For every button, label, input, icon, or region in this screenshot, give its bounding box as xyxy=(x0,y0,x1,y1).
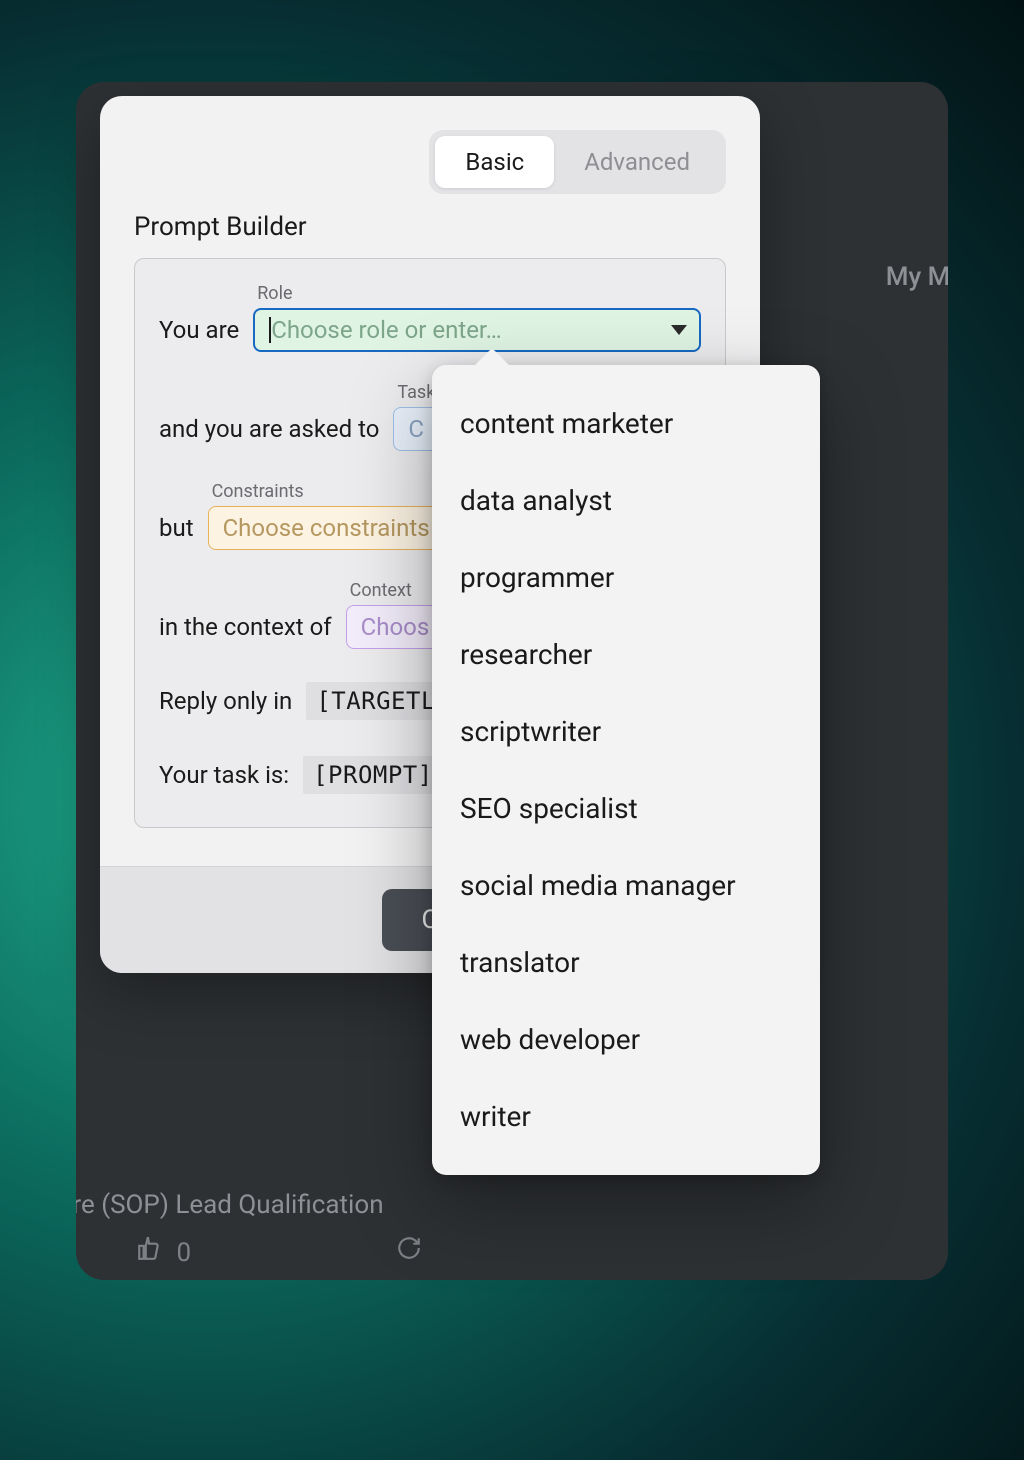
tab-basic[interactable]: Basic xyxy=(435,136,554,188)
role-option-social-media-manager[interactable]: social media manager xyxy=(432,847,820,924)
role-caption: Role xyxy=(253,283,701,304)
builder-text: Reply only in xyxy=(159,679,292,723)
role-option-content-marketer[interactable]: content marketer xyxy=(432,385,820,462)
refresh-icon xyxy=(396,1235,422,1268)
role-option-programmer[interactable]: programmer xyxy=(432,539,820,616)
bg-text: My Mac xyxy=(886,262,948,292)
task-placeholder: C xyxy=(408,415,424,443)
builder-text: and you are asked to xyxy=(159,407,379,451)
constraints-placeholder: Choose constraints xyxy=(223,514,430,542)
tab-advanced[interactable]: Advanced xyxy=(554,136,720,188)
role-option-writer[interactable]: writer xyxy=(432,1078,820,1155)
thumbs-up-icon: 0 xyxy=(136,1235,191,1268)
builder-text: in the context of xyxy=(159,605,332,649)
prompt-token: [PROMPT] xyxy=(303,756,443,794)
role-option-researcher[interactable]: researcher xyxy=(432,616,820,693)
modal-title: Prompt Builder xyxy=(134,212,726,242)
role-placeholder: Choose role or enter… xyxy=(271,316,501,344)
role-option-data-analyst[interactable]: data analyst xyxy=(432,462,820,539)
builder-text: but xyxy=(159,506,194,550)
like-count: 0 xyxy=(176,1238,191,1268)
role-option-seo-specialist[interactable]: SEO specialist xyxy=(432,770,820,847)
role-option-translator[interactable]: translator xyxy=(432,924,820,1001)
role-combobox[interactable]: Choose role or enter… xyxy=(253,308,701,352)
mode-tabs: Basic Advanced xyxy=(429,130,726,194)
builder-text: You are xyxy=(159,308,239,352)
context-placeholder: Choos xyxy=(361,613,430,641)
chevron-down-icon[interactable] xyxy=(671,325,687,335)
builder-text: Your task is: xyxy=(159,753,289,797)
bg-text: cedure (SOP) Lead Qualification xyxy=(76,1190,384,1220)
role-option-scriptwriter[interactable]: scriptwriter xyxy=(432,693,820,770)
role-dropdown-list: content marketer data analyst programmer… xyxy=(432,365,820,1175)
role-option-web-developer[interactable]: web developer xyxy=(432,1001,820,1078)
